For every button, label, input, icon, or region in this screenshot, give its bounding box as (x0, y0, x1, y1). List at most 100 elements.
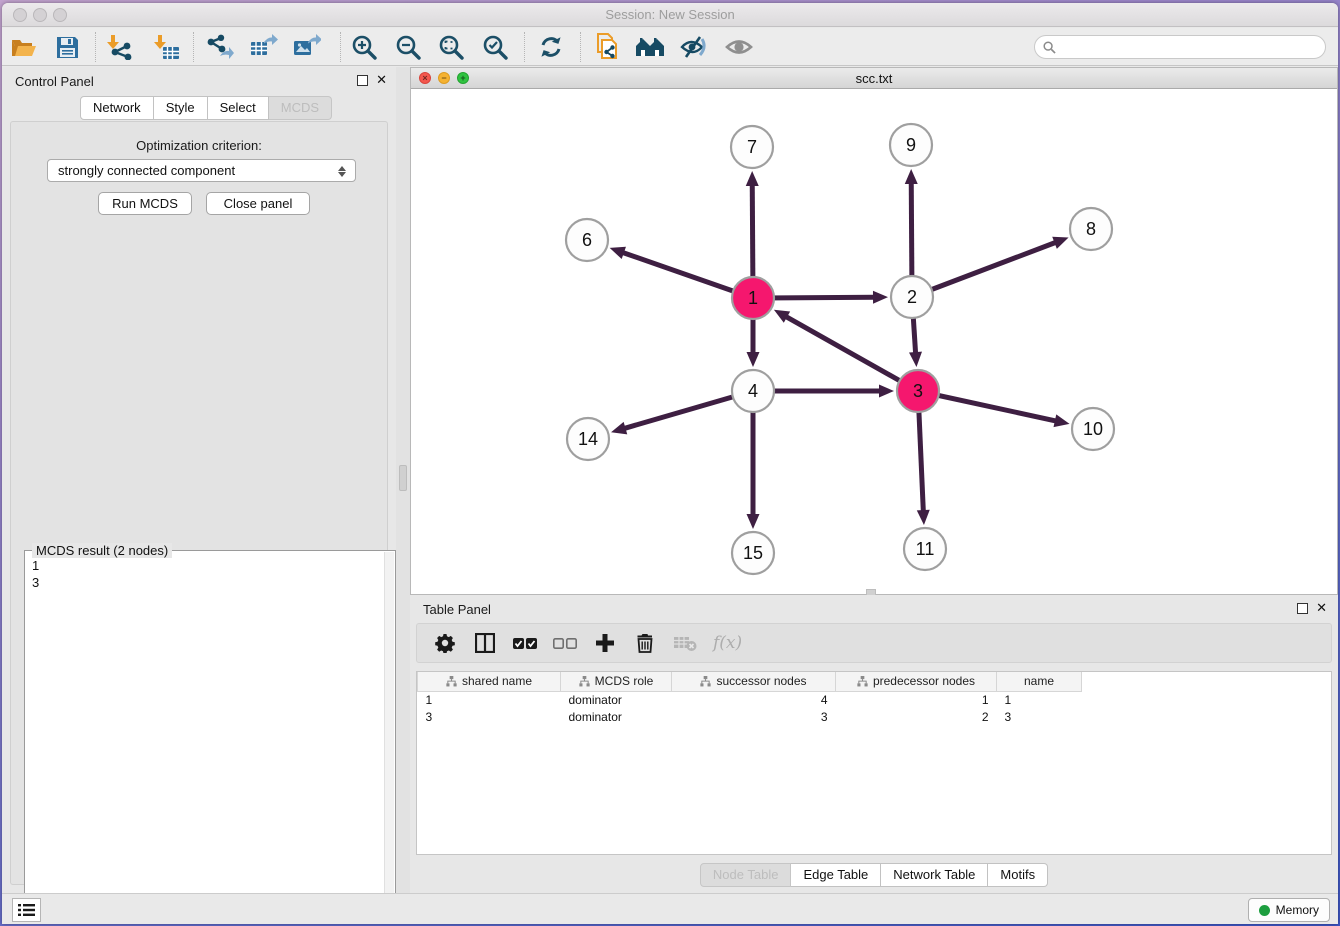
zoom-in-icon[interactable] (347, 31, 381, 63)
close-icon[interactable]: ✕ (376, 72, 387, 88)
arrowhead-icon (610, 247, 626, 259)
export-network-icon[interactable] (203, 31, 237, 63)
tab-node-table[interactable]: Node Table (700, 863, 792, 887)
close-panel-button[interactable]: Close panel (206, 192, 310, 215)
search-input[interactable] (1056, 40, 1325, 54)
column-header-name[interactable]: name (997, 672, 1082, 691)
arrowhead-icon (905, 169, 918, 184)
result-scrollbar[interactable] (384, 552, 394, 924)
graph-edge-3-1[interactable] (785, 316, 918, 391)
table-row[interactable]: 1dominator411 (418, 691, 1098, 708)
list-icon (18, 903, 35, 917)
table-cell[interactable]: 2 (836, 708, 997, 725)
gear-icon[interactable] (433, 631, 457, 655)
main-toolbar (2, 28, 1338, 66)
search-box[interactable] (1034, 35, 1326, 59)
window-title: Session: New Session (2, 7, 1338, 22)
network-title: scc.txt (411, 71, 1337, 86)
table-panel-title: Table Panel (423, 602, 491, 617)
table-row[interactable]: 3dominator323 (418, 708, 1098, 725)
control-panel-title: Control Panel (15, 74, 94, 89)
column-header-predecessor-nodes[interactable]: predecessor nodes (836, 672, 997, 691)
criterion-select[interactable]: strongly connected component (47, 159, 356, 182)
mcds-result-group: MCDS result (2 nodes) 1 3 (24, 550, 396, 924)
arrowhead-icon (747, 352, 760, 367)
arrowhead-icon (873, 291, 888, 304)
arrowhead-icon (611, 422, 627, 434)
search-icon (1043, 41, 1056, 54)
tab-motifs[interactable]: Motifs (988, 863, 1048, 887)
main-titlebar: Session: New Session (2, 3, 1338, 27)
tab-mcds[interactable]: MCDS (269, 96, 332, 120)
arrowhead-icon (909, 352, 922, 367)
vertical-splitter[interactable] (396, 67, 410, 893)
table-cell[interactable]: dominator (561, 691, 672, 708)
zoom-fit-icon[interactable] (434, 31, 468, 63)
add-column-icon[interactable] (593, 631, 617, 655)
float-icon[interactable] (357, 75, 368, 86)
task-history-button[interactable] (12, 898, 41, 922)
tab-network[interactable]: Network (80, 96, 154, 120)
table-cell[interactable]: 1 (418, 691, 561, 708)
graph-node-label: 15 (743, 543, 763, 563)
tab-select[interactable]: Select (208, 96, 269, 120)
status-bar: Memory (2, 893, 1338, 924)
zoom-out-icon[interactable] (391, 31, 425, 63)
table-float-icon[interactable] (1297, 603, 1308, 614)
table-panel: Table Panel ✕ (410, 595, 1338, 893)
criterion-value: strongly connected component (58, 163, 235, 178)
network-graph-canvas[interactable]: 7968124314101511 (411, 89, 1337, 594)
hide-selection-icon[interactable] (677, 31, 711, 63)
import-table-icon[interactable] (150, 31, 184, 63)
memory-label: Memory (1276, 903, 1319, 917)
table-cell[interactable]: 1 (997, 691, 1082, 708)
column-header-successor-nodes[interactable]: successor nodes (672, 672, 836, 691)
show-all-icon[interactable] (722, 31, 756, 63)
mcds-result-title: MCDS result (2 nodes) (32, 543, 172, 558)
refresh-layout-icon[interactable] (534, 31, 568, 63)
open-folder-icon[interactable] (7, 31, 41, 63)
node-table: shared nameMCDS rolesuccessor nodesprede… (416, 671, 1332, 855)
delete-table-icon (673, 631, 697, 655)
table-close-icon[interactable]: ✕ (1316, 600, 1327, 616)
table-cell[interactable]: 3 (672, 708, 836, 725)
split-panel-icon[interactable] (473, 631, 497, 655)
graph-node-label: 10 (1083, 419, 1103, 439)
mcds-result-text: 1 3 (27, 557, 383, 924)
graph-node-label: 9 (906, 135, 916, 155)
graph-edge-2-8[interactable] (912, 242, 1056, 297)
hierarchy-icon (857, 676, 868, 687)
graph-node-label: 11 (916, 539, 935, 559)
table-cell[interactable]: dominator (561, 708, 672, 725)
graph-node-label: 2 (907, 287, 917, 307)
tab-network-table[interactable]: Network Table (881, 863, 988, 887)
function-builder-icon: f(x) (713, 633, 742, 653)
export-image-icon[interactable] (290, 31, 324, 63)
save-icon[interactable] (50, 31, 84, 63)
new-network-from-selection-icon[interactable] (590, 31, 624, 63)
delete-icon[interactable] (633, 631, 657, 655)
arrowhead-icon (746, 171, 759, 186)
select-all-icon[interactable] (513, 631, 537, 655)
deselect-all-icon[interactable] (553, 631, 577, 655)
import-network-icon[interactable] (103, 31, 137, 63)
application-window: Session: New Session (2, 3, 1338, 924)
memory-status-icon (1259, 905, 1270, 916)
tab-style[interactable]: Style (154, 96, 208, 120)
column-header-shared-name[interactable]: shared name (418, 672, 561, 691)
network-titlebar[interactable]: × − + scc.txt (411, 68, 1337, 89)
table-cell[interactable]: 3 (418, 708, 561, 725)
column-header-MCDS-role[interactable]: MCDS role (561, 672, 672, 691)
run-mcds-button[interactable]: Run MCDS (98, 192, 192, 215)
memory-button[interactable]: Memory (1248, 898, 1330, 922)
table-cell[interactable]: 1 (836, 691, 997, 708)
tab-edge-table[interactable]: Edge Table (791, 863, 881, 887)
control-panel: Control Panel ✕ NetworkStyleSelectMCDS O… (2, 67, 396, 893)
first-neighbors-icon[interactable] (633, 31, 667, 63)
table-cell[interactable]: 4 (672, 691, 836, 708)
zoom-selected-icon[interactable] (478, 31, 512, 63)
export-table-icon[interactable] (247, 31, 281, 63)
control-panel-tabs: NetworkStyleSelectMCDS (80, 96, 332, 120)
table-cell[interactable]: 3 (997, 708, 1082, 725)
graph-node-label: 1 (748, 288, 758, 308)
